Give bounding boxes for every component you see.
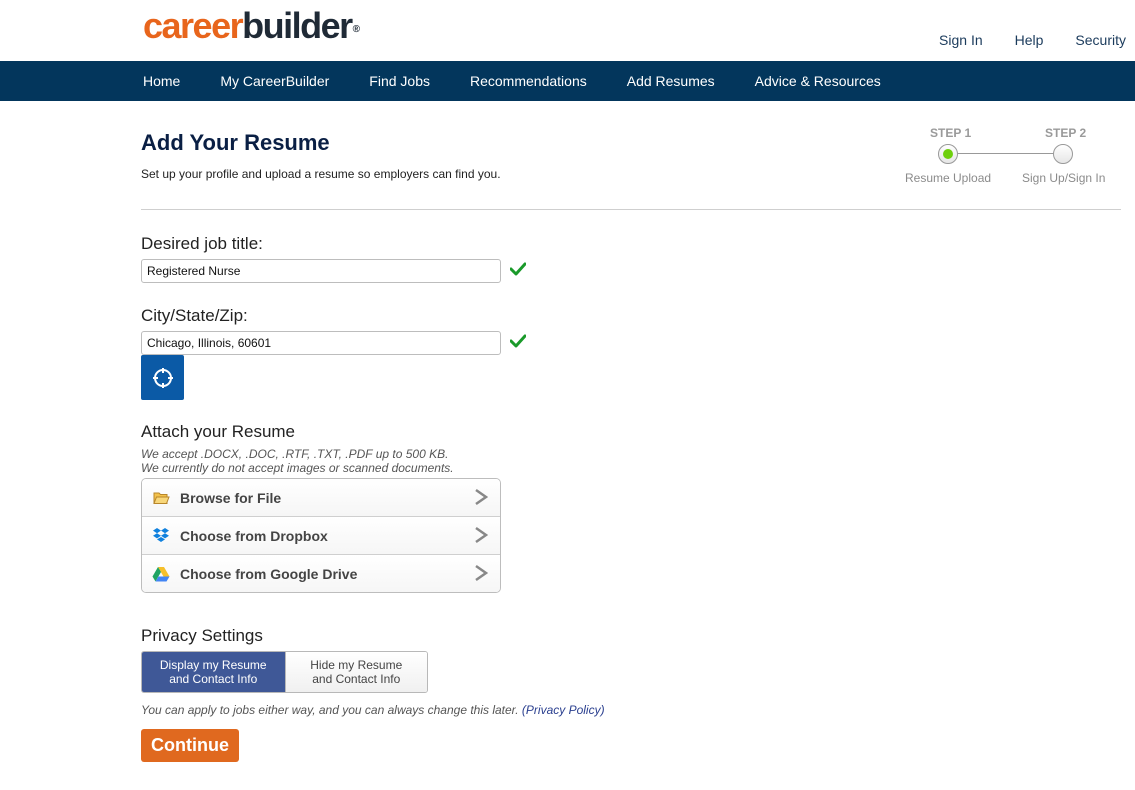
careerbuilder-logo[interactable]: careerbuilder® xyxy=(143,6,360,46)
job-title-input[interactable] xyxy=(141,259,501,283)
privacy-note: You can apply to jobs either way, and yo… xyxy=(141,703,605,717)
job-title-valid-check-icon xyxy=(510,262,526,276)
folder-icon xyxy=(152,489,170,507)
nav-recommendations[interactable]: Recommendations xyxy=(470,73,587,89)
chevron-right-icon xyxy=(475,526,488,544)
browse-for-file-label: Browse for File xyxy=(180,489,282,506)
step-2-caption: Sign Up/Sign In xyxy=(1022,171,1106,185)
choose-from-dropbox-button[interactable]: Choose from Dropbox xyxy=(142,517,500,555)
hide-resume-option[interactable]: Hide my Resume and Contact Info xyxy=(284,652,427,692)
logo-career: career xyxy=(143,5,244,46)
google-drive-icon xyxy=(152,565,170,583)
security-link[interactable]: Security xyxy=(1075,32,1126,48)
hide-option-line2: and Contact Info xyxy=(312,672,401,686)
step-2-indicator xyxy=(1053,144,1073,164)
upload-options: Browse for File Choose from Dropbox Choo… xyxy=(141,478,501,593)
registered-mark: ® xyxy=(352,24,360,35)
display-resume-option[interactable]: Display my Resume and Contact Info xyxy=(142,652,285,692)
use-my-location-button[interactable] xyxy=(141,355,184,400)
page-title: Add Your Resume xyxy=(141,130,330,155)
step-2-label: STEP 2 xyxy=(1045,126,1087,140)
logo-builder: builder xyxy=(242,5,353,46)
display-option-line2: and Contact Info xyxy=(169,672,258,686)
sign-in-link[interactable]: Sign In xyxy=(939,32,983,48)
step-connector xyxy=(958,153,1056,154)
location-label: City/State/Zip: xyxy=(141,306,248,325)
main-nav: Home My CareerBuilder Find Jobs Recommen… xyxy=(0,61,1135,101)
nav-home[interactable]: Home xyxy=(143,73,180,89)
privacy-toggle: Display my Resume and Contact Info Hide m… xyxy=(141,651,428,693)
step-1-caption: Resume Upload xyxy=(905,171,992,185)
nav-my-careerbuilder[interactable]: My CareerBuilder xyxy=(220,73,329,89)
no-images-note: We currently do not accept images or sca… xyxy=(141,461,454,475)
utility-links: Sign In Help Security xyxy=(907,32,1126,48)
step-1-label: STEP 1 xyxy=(930,126,972,140)
choose-from-google-drive-label: Choose from Google Drive xyxy=(180,566,358,582)
location-input[interactable] xyxy=(141,331,501,355)
dropbox-icon xyxy=(152,527,170,545)
privacy-settings-heading: Privacy Settings xyxy=(141,626,263,645)
location-valid-check-icon xyxy=(510,334,526,348)
attach-resume-heading: Attach your Resume xyxy=(141,422,296,441)
hide-option-line1: Hide my Resume xyxy=(310,658,403,672)
crosshair-icon xyxy=(152,367,173,388)
help-link[interactable]: Help xyxy=(1015,32,1044,48)
header-divider xyxy=(141,209,1121,210)
step-1-indicator xyxy=(938,144,958,164)
job-title-label: Desired job title: xyxy=(141,234,263,253)
accepted-formats-note: We accept .DOCX, .DOC, .RTF, .TXT, .PDF … xyxy=(141,447,449,461)
choose-from-google-drive-button[interactable]: Choose from Google Drive xyxy=(142,555,500,592)
nav-find-jobs[interactable]: Find Jobs xyxy=(369,73,430,89)
choose-from-dropbox-label: Choose from Dropbox xyxy=(180,527,328,544)
browse-for-file-button[interactable]: Browse for File xyxy=(142,479,500,517)
privacy-note-text: You can apply to jobs either way, and yo… xyxy=(141,703,519,717)
nav-advice-resources[interactable]: Advice & Resources xyxy=(755,73,881,89)
privacy-policy-link[interactable]: (Privacy Policy) xyxy=(522,703,605,717)
page-subtitle: Set up your profile and upload a resume … xyxy=(141,167,501,181)
display-option-line1: Display my Resume xyxy=(159,658,267,672)
continue-button[interactable]: Continue xyxy=(141,729,239,762)
chevron-right-icon xyxy=(475,488,488,506)
chevron-right-icon xyxy=(475,564,488,582)
nav-add-resumes[interactable]: Add Resumes xyxy=(627,73,715,89)
